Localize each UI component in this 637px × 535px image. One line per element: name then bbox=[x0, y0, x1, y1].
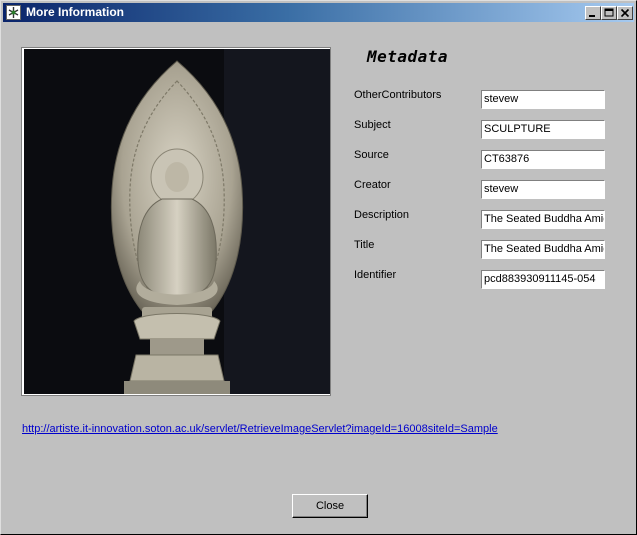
label-creator: Creator bbox=[354, 179, 391, 191]
label-subject: Subject bbox=[354, 119, 391, 131]
minimize-button[interactable] bbox=[585, 6, 601, 20]
identifier-field[interactable]: pcd883930911145-054 bbox=[481, 270, 605, 289]
artwork-image bbox=[21, 47, 331, 396]
description-field[interactable]: The Seated Buddha Amid bbox=[481, 210, 605, 229]
close-button[interactable]: Close bbox=[292, 494, 368, 518]
subject-field[interactable]: SCULPTURE bbox=[481, 120, 605, 139]
label-identifier: Identifier bbox=[354, 269, 397, 281]
close-window-button[interactable] bbox=[617, 6, 633, 20]
source-field[interactable]: CT63876 bbox=[481, 150, 605, 169]
label-other-contributors: OtherContributors bbox=[354, 89, 442, 101]
other-contributors-field[interactable]: stevew bbox=[481, 90, 605, 109]
close-icon bbox=[620, 8, 630, 18]
app-icon[interactable] bbox=[6, 5, 21, 20]
maximize-icon bbox=[604, 8, 614, 17]
label-description: Description bbox=[354, 209, 410, 221]
title-field[interactable]: The Seated Buddha Amid bbox=[481, 240, 605, 259]
dialog-window: More Information Metadata OtherContribut… bbox=[0, 0, 637, 535]
buddha-sculpture-image bbox=[24, 49, 330, 394]
metadata-heading: Metadata bbox=[367, 47, 449, 66]
label-title: Title bbox=[354, 239, 375, 251]
image-url-link[interactable]: http://artiste.it-innovation.soton.ac.uk… bbox=[22, 423, 498, 435]
title-bar[interactable]: More Information bbox=[3, 3, 634, 22]
label-source: Source bbox=[354, 149, 389, 161]
minimize-icon bbox=[589, 15, 595, 17]
creator-field[interactable]: stevew bbox=[481, 180, 605, 199]
window-title: More Information bbox=[26, 5, 124, 19]
maximize-button[interactable] bbox=[601, 6, 617, 20]
